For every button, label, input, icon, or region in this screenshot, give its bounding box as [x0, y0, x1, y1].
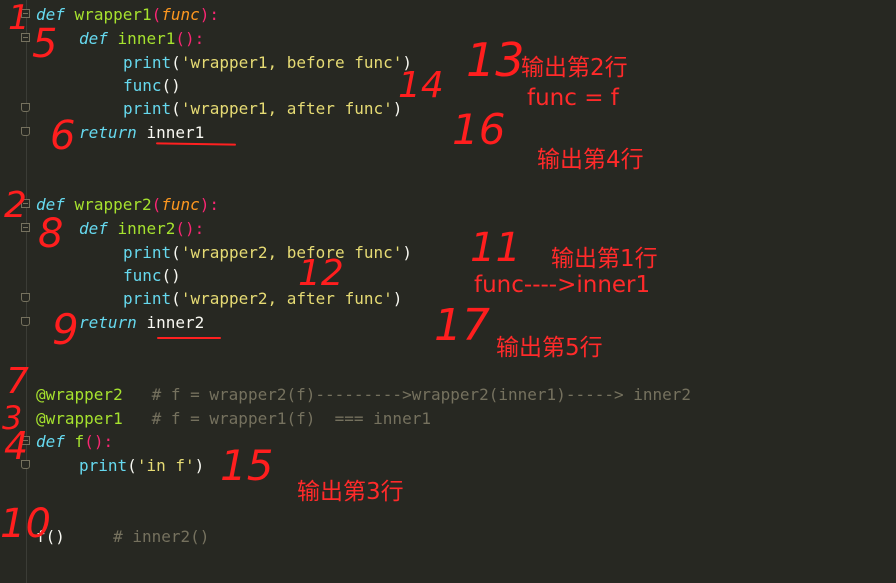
step-number: 13	[466, 33, 525, 87]
function-name: inner1	[117, 29, 176, 48]
annotation-text: 输出第5行	[496, 335, 603, 361]
paren: (	[151, 195, 162, 214]
string-literal: 'wrapper1, before func'	[180, 53, 403, 72]
paren: ):	[199, 5, 220, 24]
return-value: inner2	[146, 313, 205, 332]
paren: (	[171, 243, 181, 262]
signature: ():	[84, 432, 114, 451]
step-number: 11	[470, 225, 521, 271]
code-editor[interactable]: def wrapper1(func): def inner1(): print(…	[0, 0, 896, 583]
string-literal: 'in f'	[136, 456, 195, 475]
string-literal: 'wrapper2, before func'	[180, 243, 403, 262]
code-line[interactable]: f() # inner2()	[36, 525, 209, 548]
code-line[interactable]: def inner1():	[79, 27, 204, 50]
step-number: 12	[298, 253, 344, 294]
code-line[interactable]: print('in f')	[79, 454, 204, 477]
parameter: func	[161, 195, 200, 214]
paren: (	[171, 99, 181, 118]
call-name: print	[123, 289, 172, 308]
annotation-text: 输出第2行	[521, 55, 628, 81]
call-name: print	[79, 456, 128, 475]
keyword: def	[79, 29, 108, 48]
annotation-text: func = f	[527, 85, 619, 111]
code-line[interactable]: print('wrapper1, after func')	[123, 97, 402, 120]
decorator: @wrapper1	[36, 409, 123, 428]
paren: )	[392, 289, 403, 308]
signature: ():	[175, 29, 205, 48]
call-name: print	[123, 99, 172, 118]
keyword: return	[79, 313, 137, 332]
code-line[interactable]: print('wrapper2, after func')	[123, 287, 402, 310]
paren: ()	[161, 266, 181, 285]
string-literal: 'wrapper2, after func'	[180, 289, 393, 308]
parameter: func	[161, 5, 200, 24]
call-name: print	[123, 243, 172, 262]
return-value: inner1	[146, 123, 205, 142]
code-line[interactable]: @wrapper1 # f = wrapper1(f) === inner1	[36, 407, 431, 430]
keyword: def	[79, 219, 108, 238]
keyword: def	[36, 432, 65, 451]
code-line[interactable]: def wrapper1(func):	[36, 3, 219, 26]
step-number: 6	[50, 113, 76, 159]
paren: (	[151, 5, 162, 24]
code-comment: # f = wrapper1(f) === inner1	[151, 409, 431, 428]
step-number: 4	[4, 424, 29, 468]
step-number: 17	[434, 300, 490, 351]
call-name: func	[123, 266, 162, 285]
function-name: wrapper1	[74, 5, 152, 24]
step-number: 15	[220, 441, 274, 490]
step-number: 16	[452, 105, 506, 154]
step-number: 1	[8, 0, 30, 38]
function-name: wrapper2	[74, 195, 152, 214]
paren: )	[194, 456, 205, 475]
annotation-underline	[157, 337, 221, 339]
code-line[interactable]: return inner1	[79, 121, 204, 144]
step-number: 9	[52, 305, 79, 354]
call-name: print	[123, 53, 172, 72]
code-line[interactable]: func()	[123, 264, 181, 287]
function-name: f	[74, 432, 85, 451]
call-name: func	[123, 76, 162, 95]
step-number: 10	[0, 501, 51, 547]
step-number: 5	[32, 21, 58, 67]
code-line[interactable]: def inner2():	[79, 217, 204, 240]
step-number: 8	[38, 211, 64, 257]
annotation-text: func---->inner1	[474, 272, 651, 298]
step-number: 2	[4, 185, 27, 226]
code-comment: # f = wrapper2(f)--------->wrapper2(inne…	[151, 385, 692, 404]
code-line[interactable]: @wrapper2 # f = wrapper2(f)--------->wra…	[36, 383, 691, 406]
code-line[interactable]: func()	[123, 74, 181, 97]
step-number: 14	[398, 65, 444, 106]
step-number: 7	[6, 361, 29, 402]
code-comment: # inner2()	[113, 527, 210, 546]
decorator: @wrapper2	[36, 385, 123, 404]
code-line[interactable]: print('wrapper2, before func')	[123, 241, 412, 264]
code-line[interactable]: def f():	[36, 430, 113, 453]
paren: (	[171, 289, 181, 308]
paren: (	[127, 456, 137, 475]
annotation-text: 输出第3行	[297, 479, 404, 505]
paren: ):	[199, 195, 220, 214]
signature: ():	[175, 219, 205, 238]
keyword: return	[79, 123, 137, 142]
code-line[interactable]: return inner2	[79, 311, 204, 334]
paren: )	[402, 243, 413, 262]
string-literal: 'wrapper1, after func'	[180, 99, 393, 118]
paren: (	[171, 53, 181, 72]
paren: ()	[161, 76, 181, 95]
function-name: inner2	[117, 219, 176, 238]
annotation-text: 输出第1行	[551, 246, 658, 272]
annotation-text: 输出第4行	[537, 147, 644, 173]
code-line[interactable]: def wrapper2(func):	[36, 193, 219, 216]
code-line[interactable]: print('wrapper1, before func')	[123, 51, 412, 74]
